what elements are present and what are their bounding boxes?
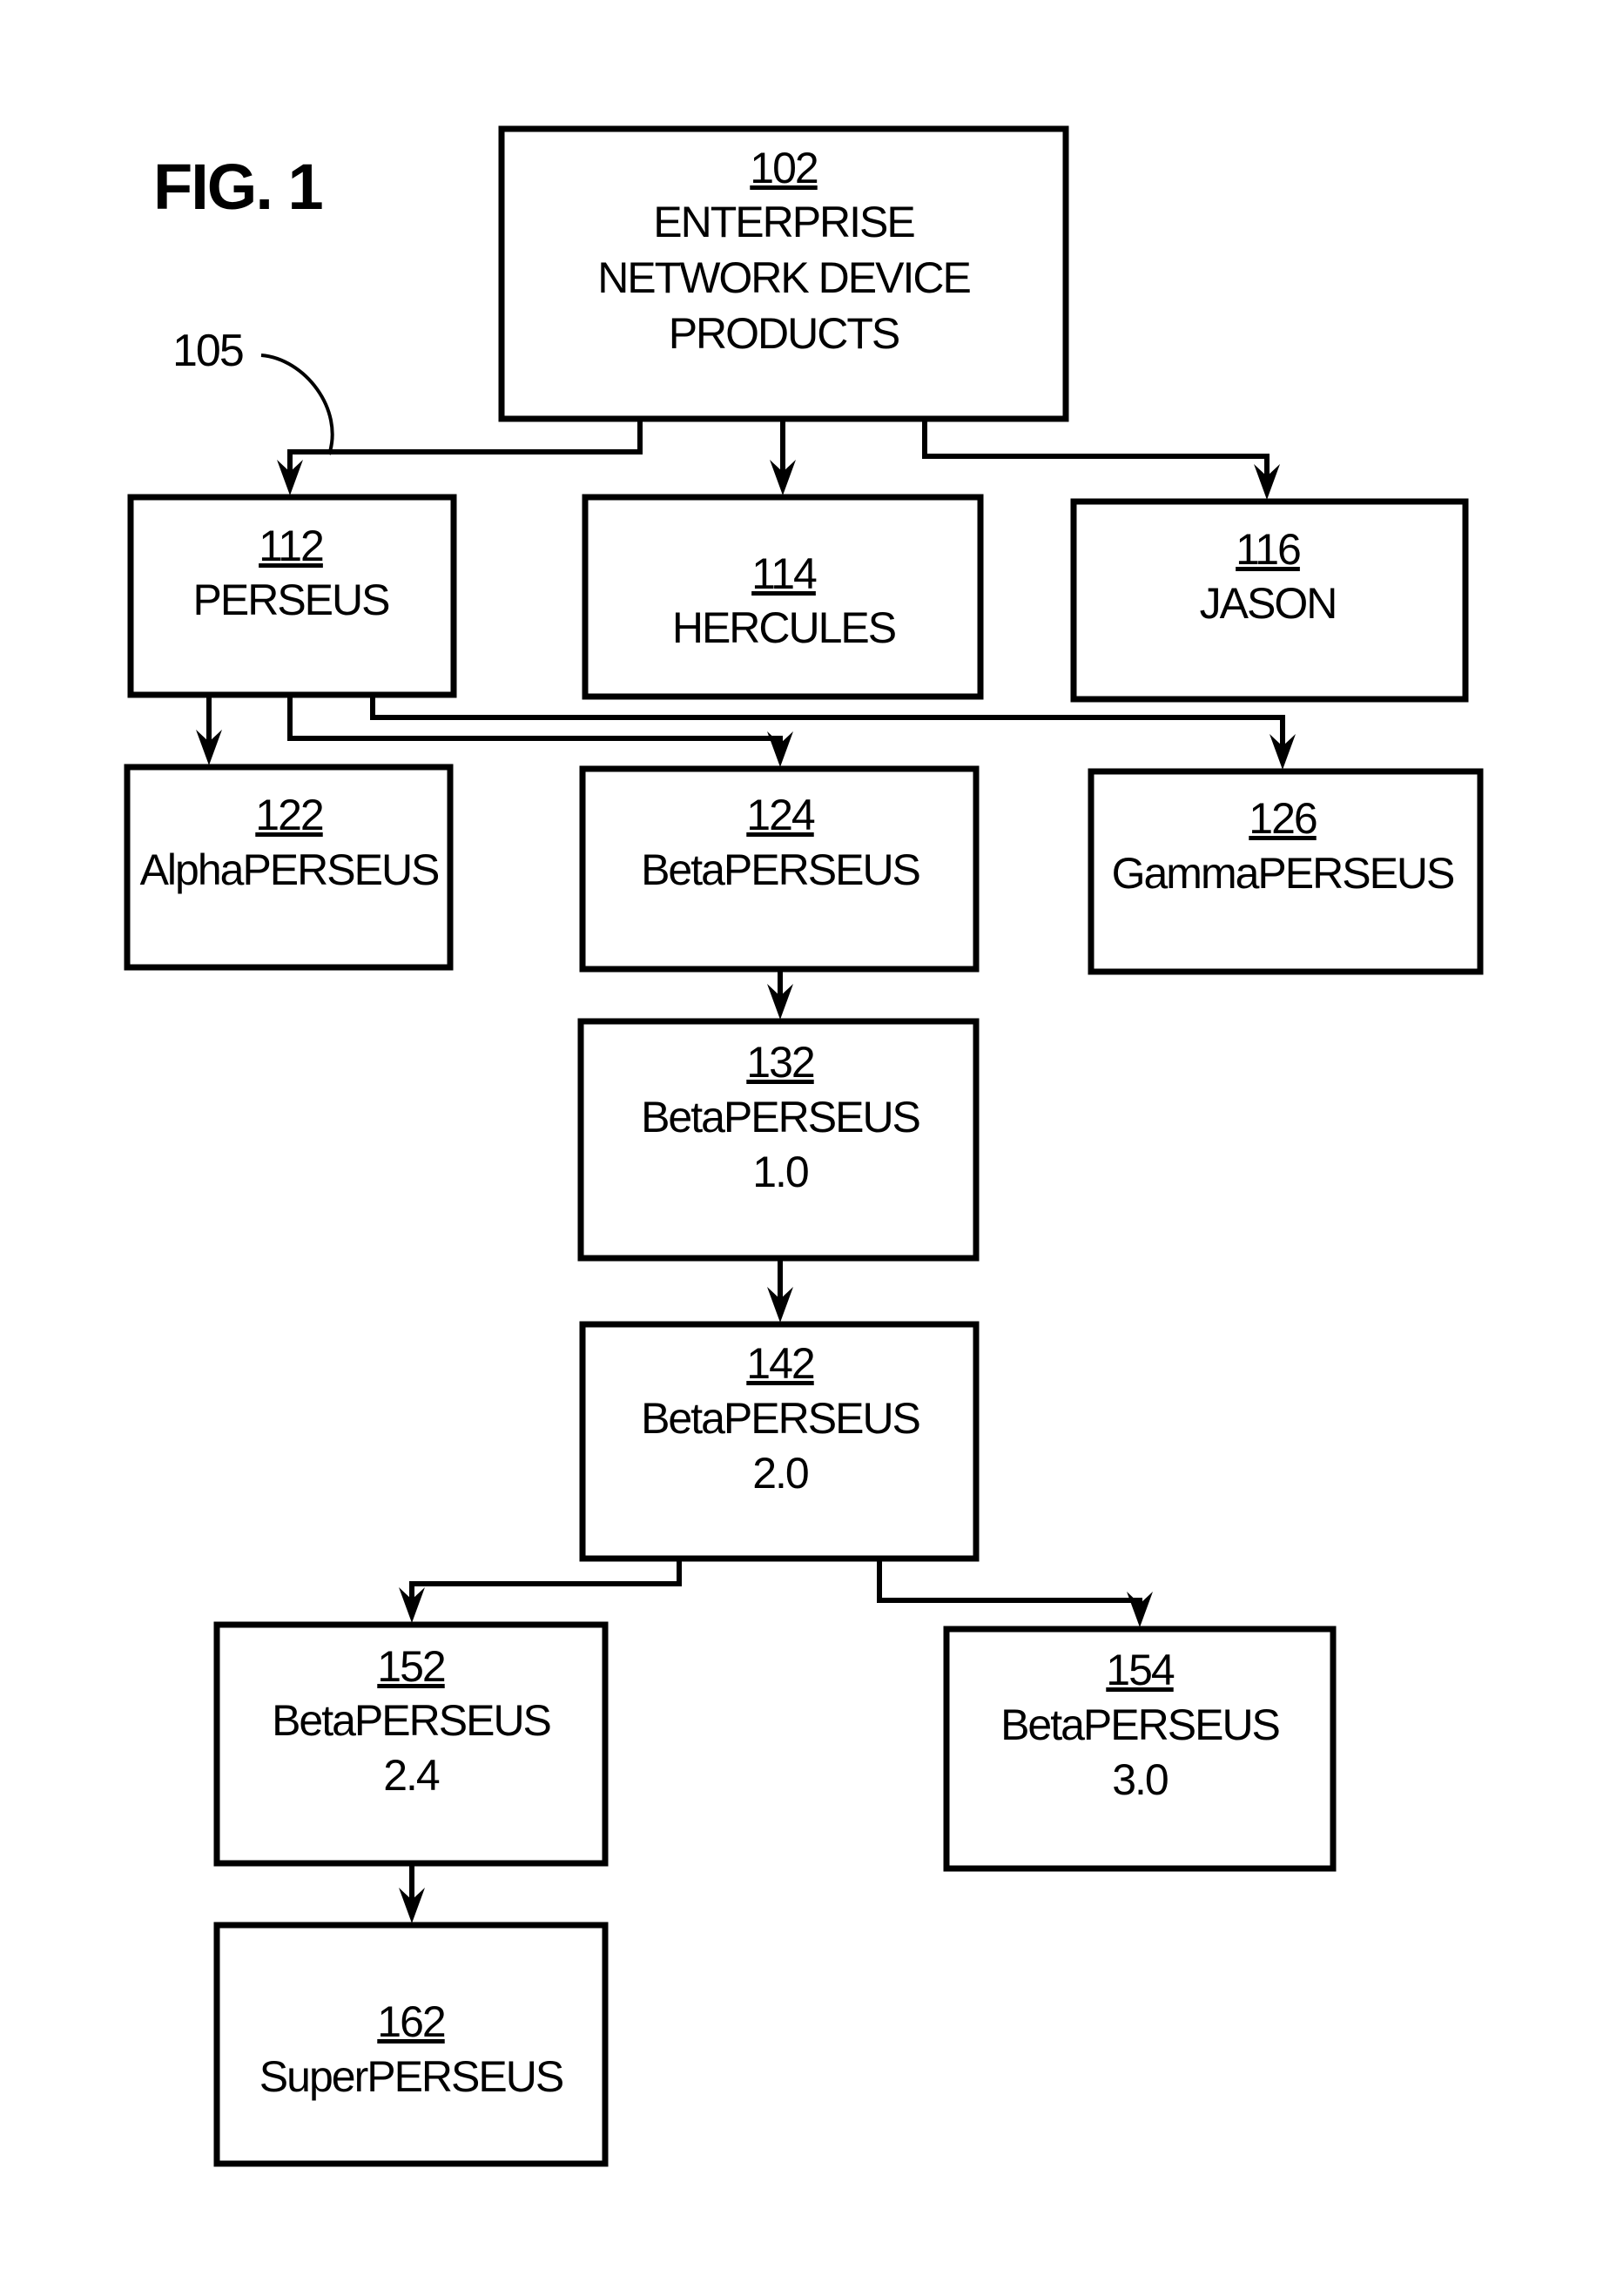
node-132: 132 BetaPERSEUS 1.0: [577, 1018, 980, 1262]
edge-142-154: [877, 1559, 1142, 1619]
node-152-line-1: BetaPERSEUS: [272, 1696, 550, 1745]
edge-112-124: [287, 695, 783, 759]
node-124-line-1: BetaPERSEUS: [641, 845, 919, 894]
node-102-line-2: NETWORK DEVICE: [597, 253, 970, 302]
node-116-line-1: JASON: [1200, 579, 1337, 628]
edge-112-126: [370, 695, 1285, 762]
arrowhead-edge-142-154: [1127, 1592, 1153, 1627]
node-116-ref: 116: [1236, 525, 1300, 574]
node-154-line-2: 3.0: [1112, 1755, 1168, 1804]
node-124: 124 BetaPERSEUS: [579, 765, 980, 973]
node-142-line-1: BetaPERSEUS: [641, 1394, 919, 1443]
node-152: 152 BetaPERSEUS 2.4: [213, 1621, 609, 1867]
node-154-line-1: BetaPERSEUS: [1000, 1700, 1279, 1749]
node-152-ref: 152: [377, 1642, 445, 1691]
node-112: 112 PERSEUS: [127, 494, 457, 698]
node-122-ref: 122: [255, 791, 323, 839]
node-102: 102 ENTERPRISE NETWORK DEVICE PRODUCTS: [498, 125, 1069, 422]
edge-102-112: [287, 419, 643, 488]
node-114-line-1: HERCULES: [672, 603, 896, 652]
node-162-line-1: SuperPERSEUS: [259, 2052, 563, 2101]
figure-title: FIG. 1: [153, 151, 322, 223]
node-154: 154 BetaPERSEUS 3.0: [943, 1626, 1337, 1872]
node-112-line-1: PERSEUS: [193, 576, 390, 624]
node-132-ref: 132: [746, 1038, 814, 1087]
node-102-line-1: ENTERPRISE: [653, 198, 914, 246]
edge-102-116: [922, 419, 1270, 492]
node-152-line-2: 2.4: [383, 1751, 440, 1800]
node-132-line-2: 1.0: [752, 1148, 808, 1196]
pointer-curve-105: [260, 353, 334, 455]
node-112-ref: 112: [259, 522, 323, 570]
node-116: 116 JASON: [1070, 498, 1469, 703]
node-122-line-1: AlphaPERSEUS: [140, 845, 439, 894]
node-132-line-1: BetaPERSEUS: [641, 1093, 919, 1141]
node-124-ref: 124: [746, 791, 815, 839]
node-102-ref: 102: [750, 144, 818, 192]
pointer-label-105: 105: [172, 326, 243, 376]
node-142-line-2: 2.0: [752, 1449, 808, 1498]
node-122: 122 AlphaPERSEUS: [124, 764, 454, 971]
node-126-ref: 126: [1249, 794, 1317, 843]
node-154-ref: 154: [1106, 1646, 1175, 1694]
edge-142-152: [409, 1559, 682, 1615]
node-142-ref: 142: [746, 1339, 814, 1388]
node-102-line-3: PRODUCTS: [669, 309, 899, 358]
node-126-line-1: GammaPERSEUS: [1112, 849, 1454, 898]
product-hierarchy-diagram: FIG. 1 105 102 ENTERPRISE NETWORK DEVICE…: [124, 125, 1484, 2167]
node-162: 162 SuperPERSEUS: [213, 1922, 609, 2167]
node-126: 126 GammaPERSEUS: [1088, 768, 1484, 975]
node-114: 114 HERCULES: [582, 494, 984, 700]
node-162-ref: 162: [377, 1997, 445, 2046]
node-114-ref: 114: [751, 549, 817, 598]
node-142: 142 BetaPERSEUS 2.0: [579, 1321, 980, 1562]
